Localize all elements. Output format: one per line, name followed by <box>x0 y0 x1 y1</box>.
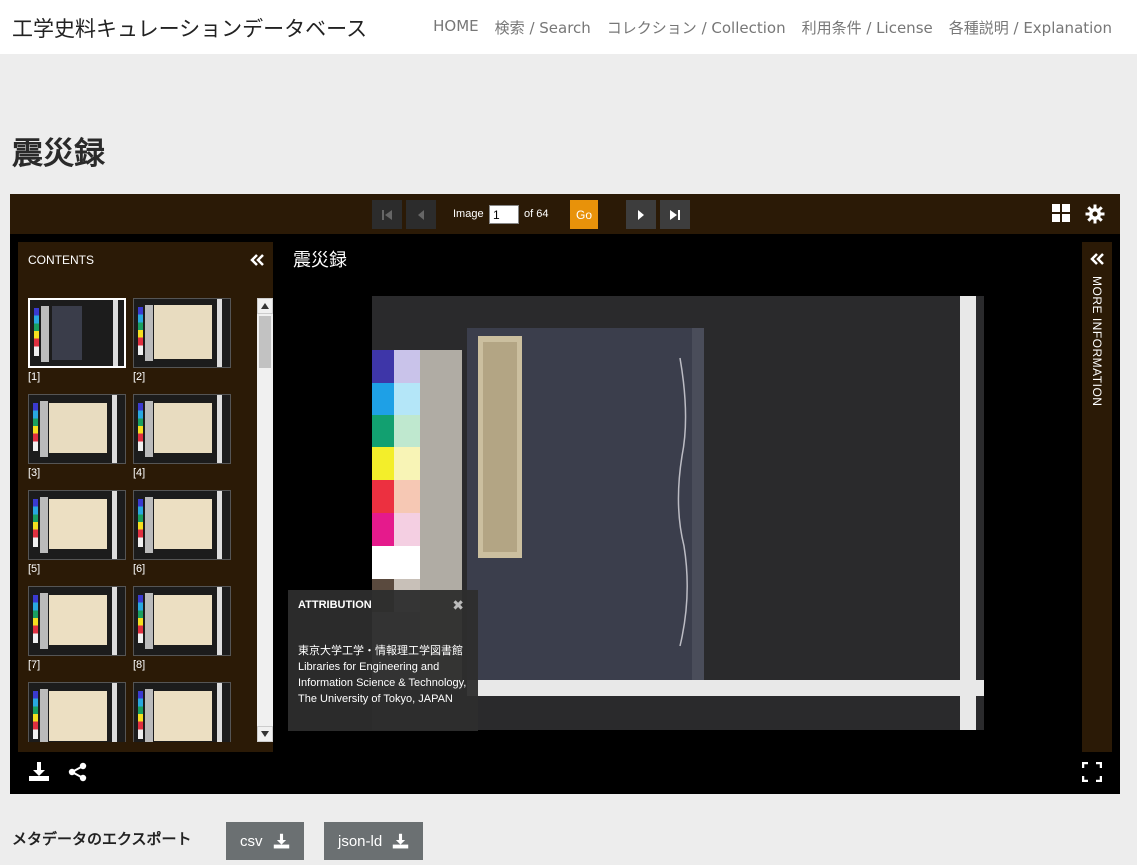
thumbnail-list: [1] [2] [3] [4] [5] [6] [7] [8] <box>28 298 236 742</box>
image-viewer: Image of 64 Go CONTENTS <box>10 194 1120 794</box>
collapse-contents-icon[interactable] <box>249 252 265 271</box>
next-page-button[interactable] <box>626 200 656 229</box>
export-jsonld-label: json-ld <box>338 832 383 850</box>
scrollbar-thumb[interactable] <box>259 316 271 368</box>
export-jsonld-button[interactable]: json-ld <box>324 822 424 860</box>
thumbnail-label: [3] <box>28 467 41 479</box>
attribution-text: 東京大学工学・情報理工学図書館 Libraries for Engineerin… <box>298 645 467 705</box>
page-title: 震災録 <box>12 136 105 172</box>
top-navbar: 工学史料キュレーションデータベース HOME 検索 / Search コレクショ… <box>0 0 1137 54</box>
image-number-input[interactable] <box>489 205 519 224</box>
nav-search[interactable]: 検索 / Search <box>495 17 591 38</box>
scroll-down-button[interactable] <box>257 726 273 742</box>
nav-collection[interactable]: コレクション / Collection <box>607 17 786 38</box>
scroll-up-button[interactable] <box>257 298 273 314</box>
scroll-down-icon <box>261 731 269 737</box>
nav-home[interactable]: HOME <box>433 17 479 38</box>
gallery-view-icon[interactable] <box>1052 204 1070 226</box>
thumbnail-image <box>28 490 126 560</box>
fullscreen-icon[interactable] <box>1081 761 1103 786</box>
thumbnail-image <box>133 586 231 656</box>
thumbnail-image <box>133 394 231 464</box>
thumbnail-item[interactable] <box>133 682 231 742</box>
share-icon[interactable] <box>68 762 88 782</box>
thumbnail-label: [2] <box>133 371 146 383</box>
thumbnail-label: [4] <box>133 467 146 479</box>
thumbnail-item[interactable]: [6] <box>133 490 231 575</box>
thumbnail-label: [1] <box>28 371 41 383</box>
thumbnail-scrollbar[interactable] <box>257 298 273 742</box>
thumbnail-image <box>28 394 126 464</box>
next-page-icon <box>638 209 644 220</box>
image-title: 震災録 <box>293 250 347 271</box>
contents-panel: CONTENTS [1] [2] [3] [4] [5] [6] [7] [8] <box>18 242 273 752</box>
nav-explanation[interactable]: 各種説明 / Explanation <box>949 17 1112 38</box>
more-information-panel[interactable]: MORE INFORMATION <box>1082 242 1112 752</box>
thumbnail-item[interactable]: [1] <box>28 298 126 383</box>
viewer-toolbar: Image of 64 Go <box>10 194 1120 234</box>
thumbnail-image <box>133 490 231 560</box>
download-icon[interactable] <box>28 762 50 782</box>
thumbnail-image <box>133 682 231 742</box>
close-icon[interactable]: ✖ <box>452 597 464 614</box>
attribution-heading: ATTRIBUTION <box>298 599 372 611</box>
nav-links: HOME 検索 / Search コレクション / Collection 利用条… <box>433 17 1112 38</box>
metadata-export-label: メタデータのエクスポート <box>12 830 192 848</box>
thumbnail-label: [5] <box>28 563 41 575</box>
thumbnail-label: [7] <box>28 659 41 671</box>
download-icon <box>273 833 289 848</box>
prev-page-icon <box>418 209 424 220</box>
thumbnail-item[interactable]: [5] <box>28 490 126 575</box>
thumbnail-label: [8] <box>133 659 146 671</box>
first-page-button[interactable] <box>372 200 402 229</box>
attribution-panel: ATTRIBUTION ✖ 東京大学工学・情報理工学図書館 Libraries … <box>288 590 478 731</box>
thumbnail-item[interactable]: [4] <box>133 394 231 479</box>
scroll-up-icon <box>261 303 269 309</box>
thumbnail-image <box>133 298 231 368</box>
export-csv-label: csv <box>240 832 263 850</box>
last-page-button[interactable] <box>660 200 690 229</box>
go-button[interactable]: Go <box>570 200 598 229</box>
first-page-icon <box>382 209 392 220</box>
thumbnail-item[interactable] <box>28 682 126 742</box>
prev-page-button[interactable] <box>406 200 436 229</box>
last-page-icon <box>670 209 680 220</box>
contents-heading: CONTENTS <box>28 253 94 267</box>
image-count: of 64 <box>524 208 549 220</box>
expand-info-icon[interactable] <box>1089 252 1105 266</box>
site-title[interactable]: 工学史料キュレーションデータベース <box>12 13 367 43</box>
export-csv-button[interactable]: csv <box>226 822 304 860</box>
thumbnail-image <box>28 682 126 742</box>
thumbnail-image <box>28 586 126 656</box>
more-information-label: MORE INFORMATION <box>1090 276 1104 407</box>
settings-gear-icon[interactable] <box>1085 204 1105 228</box>
download-icon <box>392 833 409 848</box>
nav-license[interactable]: 利用条件 / License <box>802 17 933 38</box>
thumbnail-item[interactable]: [3] <box>28 394 126 479</box>
thumbnail-item[interactable]: [7] <box>28 586 126 671</box>
thumbnail-image <box>28 298 126 368</box>
image-label: Image <box>453 208 484 220</box>
thumbnail-item[interactable]: [8] <box>133 586 231 671</box>
thumbnail-item[interactable]: [2] <box>133 298 231 383</box>
thumbnail-label: [6] <box>133 563 146 575</box>
